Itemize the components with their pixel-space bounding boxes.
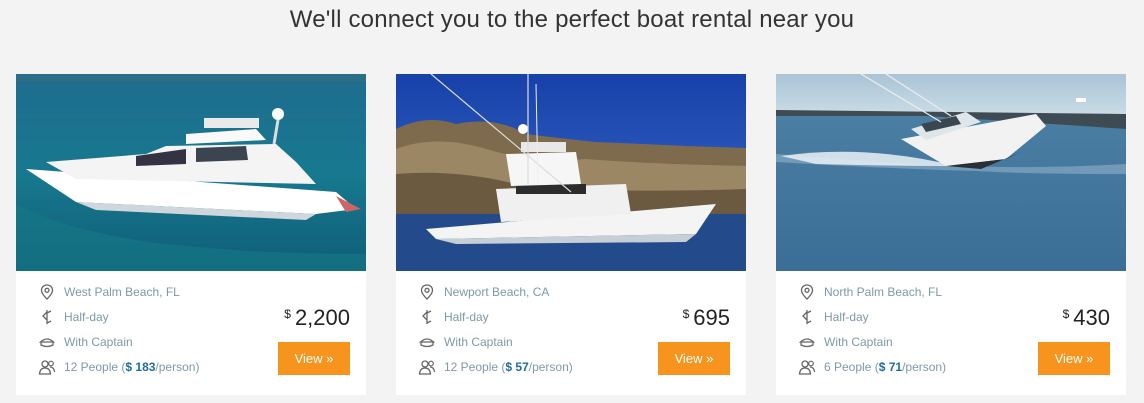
captain-hat-icon	[418, 333, 436, 351]
boat-duration-icon	[798, 308, 816, 326]
price-value: 695	[693, 305, 730, 330]
price: $695	[683, 305, 730, 331]
per-person-suffix: /person)	[902, 360, 947, 374]
location-row: North Palm Beach, FL	[798, 283, 942, 301]
boat-duration-icon	[418, 308, 436, 326]
price: $2,200	[284, 305, 350, 331]
price-value: 430	[1073, 305, 1110, 330]
people-icon	[38, 358, 56, 376]
duration-row: Half-day	[38, 308, 109, 326]
location-row: Newport Beach, CA	[418, 283, 549, 301]
captain-row: With Captain	[418, 333, 513, 351]
location-text: North Palm Beach, FL	[824, 285, 943, 299]
boat-listing-card[interactable]: North Palm Beach, FL Half-day With Capta…	[776, 74, 1126, 395]
captain-text: With Captain	[64, 335, 133, 349]
page-heading: We'll connect you to the perfect boat re…	[289, 6, 855, 33]
people-count: 12 People (	[444, 360, 506, 374]
people-count: 6 People (	[824, 360, 879, 374]
boat-photo[interactable]	[776, 74, 1126, 271]
people-icon	[418, 358, 436, 376]
boat-listing-card[interactable]: West Palm Beach, FL Half-day With Captai…	[16, 74, 366, 395]
boat-photo[interactable]	[16, 74, 366, 271]
view-button[interactable]: View »	[1038, 342, 1110, 375]
people-icon	[798, 358, 816, 376]
people-row: 12 People ($ 57 /person)	[418, 358, 573, 376]
captain-text: With Captain	[444, 335, 513, 349]
duration-text: Half-day	[444, 310, 489, 324]
duration-text: Half-day	[64, 310, 109, 324]
price-currency: $	[1062, 307, 1070, 321]
view-button[interactable]: View »	[658, 342, 730, 375]
captain-row: With Captain	[38, 333, 133, 351]
price: $430	[1063, 305, 1110, 331]
boat-listing-card[interactable]: Newport Beach, CA Half-day With Captain …	[396, 74, 746, 395]
price-currency: $	[284, 307, 291, 321]
people-row: 12 People ($ 183 /person)	[38, 358, 199, 376]
people-count: 12 People (	[64, 360, 126, 374]
captain-hat-icon	[798, 333, 816, 351]
view-button[interactable]: View »	[278, 342, 350, 375]
captain-row: With Captain	[798, 333, 893, 351]
captain-hat-icon	[38, 333, 56, 351]
map-pin-icon	[798, 283, 816, 301]
price-currency: $	[682, 307, 690, 321]
per-person-price: $ 183	[125, 360, 156, 374]
per-person-price: $ 57	[505, 360, 529, 374]
boat-photo[interactable]	[396, 74, 746, 271]
price-value: 2,200	[294, 305, 350, 330]
per-person-price: $ 71	[878, 360, 903, 374]
map-pin-icon	[38, 283, 56, 301]
people-row: 6 People ($ 71 /person)	[798, 358, 946, 376]
location-text: West Palm Beach, FL	[64, 285, 180, 299]
map-pin-icon	[418, 283, 436, 301]
per-person-suffix: /person)	[528, 360, 573, 374]
location-row: West Palm Beach, FL	[38, 283, 180, 301]
per-person-suffix: /person)	[155, 360, 200, 374]
boat-duration-icon	[38, 308, 56, 326]
duration-text: Half-day	[824, 310, 869, 324]
location-text: Newport Beach, CA	[444, 285, 550, 299]
captain-text: With Captain	[824, 335, 893, 349]
duration-row: Half-day	[798, 308, 869, 326]
duration-row: Half-day	[418, 308, 489, 326]
